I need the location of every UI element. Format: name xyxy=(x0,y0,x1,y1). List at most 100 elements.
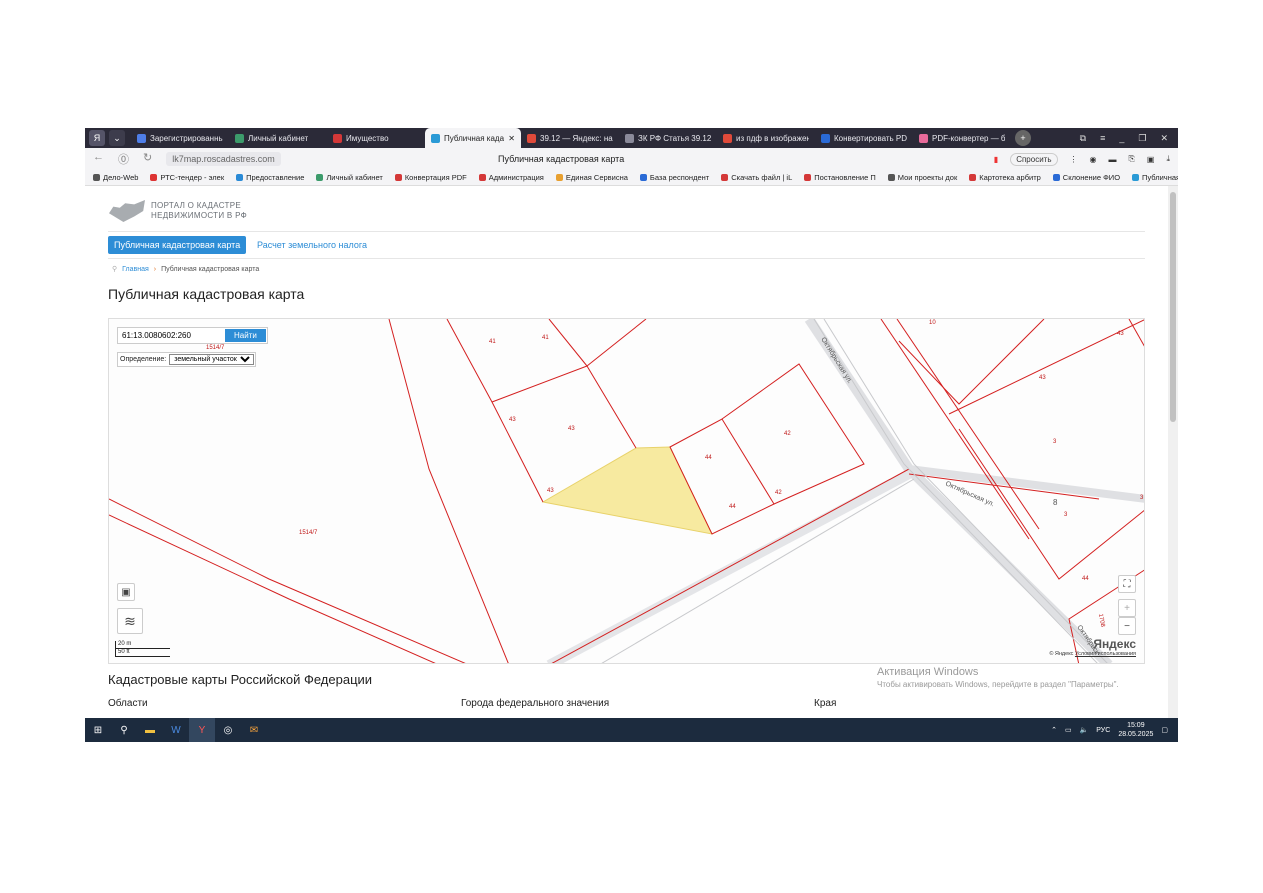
browser-tab[interactable]: 39.12 — Яндекс: наш xyxy=(521,128,619,148)
fullscreen-icon[interactable]: ⛶ xyxy=(1118,575,1136,593)
close-window-icon[interactable]: ✕ xyxy=(1160,133,1168,144)
map-canvas[interactable]: 1514/7 1514/7 41 41 43 43 43 44 44 42 42… xyxy=(109,319,1145,664)
collections-icon[interactable]: ⧉ xyxy=(1080,133,1086,144)
nav-tab-land-tax[interactable]: Расчет земельного налога xyxy=(257,240,367,250)
more-icon[interactable]: ⋮ xyxy=(1070,155,1078,164)
volume-icon[interactable]: 🔈 xyxy=(1080,726,1089,734)
bookmark-icon xyxy=(1052,174,1060,181)
column-regions: Области xyxy=(108,698,148,709)
menu-icon[interactable]: ≡ xyxy=(1100,133,1105,144)
clock-time: 15:09 xyxy=(1127,722,1145,729)
back-icon[interactable]: ← xyxy=(93,151,104,167)
bookmark-label: Постановление П xyxy=(814,173,876,182)
language-indicator[interactable]: РУС xyxy=(1096,727,1110,734)
bookmark-item[interactable]: Постановление П xyxy=(796,173,879,182)
network-icon[interactable]: ▭ xyxy=(1065,726,1072,734)
page-content: ПОРТАЛ О КАДАСТРЕ НЕДВИЖИМОСТИ В РФ Публ… xyxy=(85,186,1168,718)
label-10: 10 xyxy=(929,320,936,326)
bookmark-item[interactable]: База респондент xyxy=(632,173,713,182)
browser-tab[interactable]: Конвертировать PDF xyxy=(815,128,913,148)
nav-tab-cadastral-map[interactable]: Публичная кадастровая карта xyxy=(108,236,247,254)
bookmark-item[interactable]: Конвертация PDF xyxy=(387,173,471,182)
definition-select[interactable]: земельный участок xyxy=(169,354,255,365)
terms-link[interactable]: Условия использования xyxy=(1075,651,1136,657)
breadcrumb-home[interactable]: Главная xyxy=(122,266,149,273)
tray-chevron-icon[interactable]: ⌃ xyxy=(1051,726,1057,734)
map-copyright: © Яндекс Условия использования xyxy=(1049,651,1136,657)
browser-tab[interactable]: Публичная кадаст✕ xyxy=(425,128,521,148)
extension-icon-1[interactable]: ◉ xyxy=(1090,155,1097,164)
bookmark-item[interactable]: Публичная xyxy=(1124,173,1178,182)
tab-favicon-icon xyxy=(527,133,536,143)
site-logo[interactable]: ПОРТАЛ О КАДАСТРЕ НЕДВИЖИМОСТИ В РФ xyxy=(109,200,247,222)
bookmark-item[interactable]: Предоставление xyxy=(228,173,308,182)
tab-favicon-icon xyxy=(625,133,634,143)
bookmark-item[interactable]: РТС-тендер - элек xyxy=(142,173,228,182)
url-field[interactable]: lk7map.roscadastres.com xyxy=(166,152,281,166)
zoom-out-button[interactable]: − xyxy=(1118,617,1136,635)
search-icon[interactable]: ⚲ xyxy=(111,718,137,742)
find-button[interactable]: Найти xyxy=(225,329,266,342)
bookmark-flag-icon[interactable]: ▮ xyxy=(994,155,998,164)
browser-tab[interactable]: ЗК РФ Статья 39.12. xyxy=(619,128,717,148)
label-41b: 41 xyxy=(542,335,549,341)
cadastral-number-input[interactable] xyxy=(118,328,224,343)
tab-favicon-icon xyxy=(919,133,928,143)
minimize-icon[interactable]: _ xyxy=(1119,133,1124,144)
tabs-menu-icon[interactable]: ⌄ xyxy=(109,130,125,146)
word-icon[interactable]: W xyxy=(163,718,189,742)
browser-tab[interactable]: из пдф в изображен xyxy=(717,128,815,148)
browser-tab[interactable]: PDF-конвертер — бе xyxy=(913,128,1011,148)
bookmark-item[interactable]: Единая Сервисна xyxy=(548,173,632,182)
bookmark-label: Администрация xyxy=(488,173,544,182)
bookmark-icon xyxy=(93,174,100,181)
extension-icon-2[interactable]: ▬ xyxy=(1108,155,1116,164)
file-explorer-icon[interactable]: ▬ xyxy=(137,718,163,742)
bookmark-label: Публичная xyxy=(1142,173,1178,182)
bookmark-item[interactable]: Дело-Web xyxy=(85,173,142,182)
page-scrollbar[interactable] xyxy=(1168,186,1178,718)
logo-line-1: ПОРТАЛ О КАДАСТРЕ xyxy=(151,201,242,210)
downloads-icon[interactable]: ⤓ xyxy=(1166,154,1170,164)
bookmark-item[interactable]: Администрация xyxy=(471,173,548,182)
ask-button[interactable]: Спросить xyxy=(1010,152,1058,166)
tab-close-icon[interactable]: ✕ xyxy=(508,134,515,143)
bookmark-item[interactable]: Скачать файл | iL xyxy=(713,173,796,182)
extension-icon-4[interactable]: ▣ xyxy=(1147,155,1155,164)
bookmark-item[interactable]: Мои проекты док xyxy=(880,173,961,182)
layers-icon[interactable]: ≋ xyxy=(117,608,143,634)
bookmark-item[interactable]: Личный кабинет xyxy=(308,173,386,182)
extension-icon-3[interactable]: ⎘ xyxy=(1128,154,1134,164)
mail-icon[interactable]: ✉ xyxy=(241,718,267,742)
label-43b: 43 xyxy=(568,426,575,432)
zoom-in-button[interactable]: + xyxy=(1118,599,1136,617)
cadastral-map[interactable]: 1514/7 1514/7 41 41 43 43 43 44 44 42 42… xyxy=(108,318,1145,664)
section-heading: Кадастровые карты Российской Федерации xyxy=(108,672,373,687)
scrollbar-thumb[interactable] xyxy=(1170,192,1176,422)
browser-logo-icon[interactable]: Я xyxy=(89,130,105,146)
label-43d: 43 xyxy=(1117,331,1124,337)
logo-line-2: НЕДВИЖИМОСТИ В РФ xyxy=(151,211,247,220)
map-print-icon[interactable]: ▣ xyxy=(117,583,135,601)
tab-title: Зарегистрированны xyxy=(150,133,223,143)
yandex-browser-icon[interactable]: Y xyxy=(189,718,215,742)
protect-icon[interactable]: ⓪ xyxy=(118,151,129,167)
browser-tab[interactable]: Имущество xyxy=(327,128,425,148)
reload-icon[interactable]: ↻ xyxy=(143,151,152,167)
notifications-icon[interactable]: ▢ xyxy=(1161,726,1168,734)
tab-title: Конвертировать PDF xyxy=(834,133,907,143)
app-icon[interactable]: ◎ xyxy=(215,718,241,742)
bookmark-icon xyxy=(316,174,324,181)
bookmark-item[interactable]: Склонение ФИО xyxy=(1045,173,1124,182)
windows-start-icon[interactable]: ⊞ xyxy=(85,718,111,742)
yandex-logo: Яндекс xyxy=(1093,637,1136,651)
bookmark-item[interactable]: Картотека арбитр xyxy=(961,173,1045,182)
browser-tab[interactable]: Зарегистрированны xyxy=(131,128,229,148)
new-tab-icon[interactable]: + xyxy=(1015,130,1031,146)
clock[interactable]: 15:09 28.05.2025 xyxy=(1118,721,1153,739)
restore-icon[interactable]: ❐ xyxy=(1138,133,1146,144)
page-title-header: Публичная кадастровая карта xyxy=(498,154,625,164)
selected-parcel[interactable] xyxy=(541,446,713,535)
map-scale: 20 m 50 ft xyxy=(115,641,170,657)
browser-tab[interactable]: Личный кабинет xyxy=(229,128,327,148)
